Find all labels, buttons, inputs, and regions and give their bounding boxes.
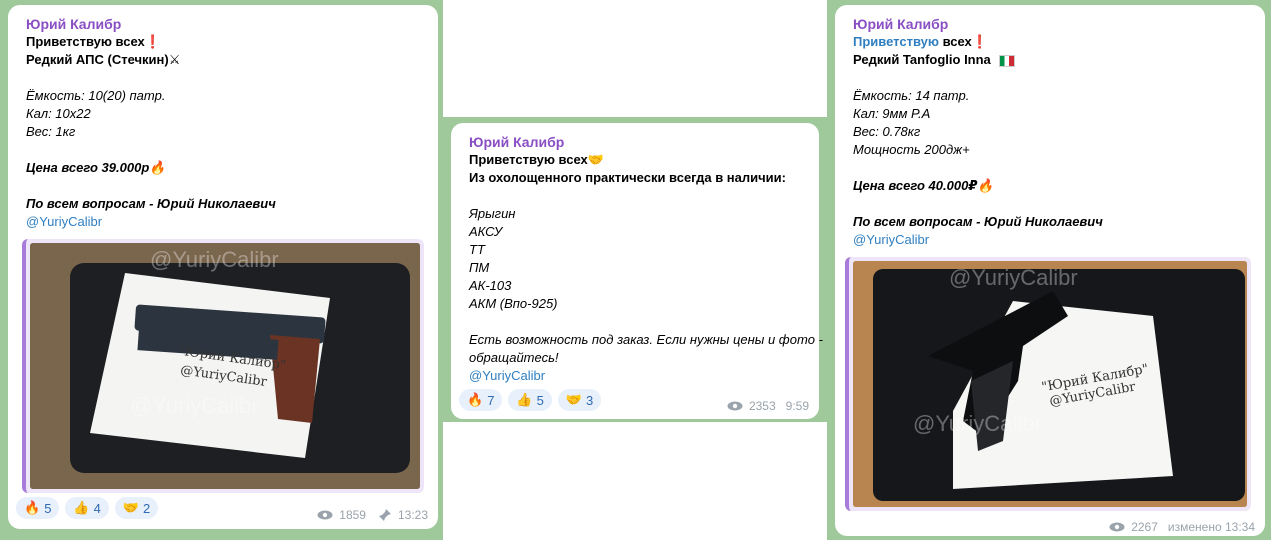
photo-watermark: @YuriyCalibr [150,247,279,272]
reaction-count: 5 [536,392,544,408]
fire-icon: 🔥 [977,178,994,193]
reaction-count: 3 [586,392,594,408]
views-eye-icon [1109,522,1125,532]
pin-icon [378,509,391,521]
spec-power: Мощность 200дж+ [853,142,970,157]
fire-icon: 🔥 [467,392,484,407]
exclamation-icon: ❗ [144,34,161,49]
reaction-thumbs-up[interactable]: 👍 4 [65,497,109,519]
handshake-icon: 🤝 [122,500,140,515]
contact-line: По всем вопросам - Юрий Николаевич [853,214,1103,229]
photo-frame[interactable]: @YuriyCalibr @YuriyCalibr "Юрий Калибр" … [845,257,1251,511]
list-item: АКСУ [469,224,503,239]
reaction-thumbs-up[interactable]: 👍 5 [508,389,552,411]
greeting-line: Приветствую всех❗ [26,34,161,49]
reaction-fire[interactable]: 🔥 7 [459,389,503,411]
reaction-bar: 🔥 5 👍 4 🤝 2 [16,497,159,519]
spec-capacity: Ёмкость: 14 патр. [853,88,970,103]
photo-illustration [30,243,420,489]
handshake-icon: 🤝 [565,392,583,407]
chat-panel-right: Юрий Калибр Приветствую всех❗ Редкий Tan… [827,0,1271,540]
note-line: обращайтесь! [469,350,559,365]
list-item: ТТ [469,242,485,257]
italy-flag-icon [999,54,1016,67]
fire-icon: 🔥 [149,160,166,175]
reaction-count: 5 [44,500,52,516]
photo-watermark: @YuriyCalibr [949,265,1078,290]
contact-line: По всем вопросам - Юрий Николаевич [26,196,276,211]
views-eye-icon [317,510,333,520]
list-item: АК-103 [469,278,512,293]
thumbs-up-icon: 👍 [516,392,533,407]
message-time: изменено 13:34 [1167,520,1255,534]
views-count: 2267 [1131,520,1158,534]
note-line: Есть возможность под заказ. Если нужны ц… [469,332,823,347]
chat-panel-middle: Юрий Калибр Приветствую всех🤝 Из охолоще… [443,117,827,422]
reaction-handshake[interactable]: 🤝 2 [114,497,159,519]
list-item: АКМ (Впо-925) [469,296,558,311]
title-line: Редкий Tanfoglio Inna [853,51,1251,69]
greeting-line: Приветствую всех🤝 [469,152,604,167]
photo-watermark: @YuriyCalibr [130,393,259,418]
message-meta: 2353 9:59 [727,399,809,413]
reaction-count: 7 [487,392,495,408]
price-line: Цена всего 40.000₽🔥 [853,178,994,193]
author-name[interactable]: Юрий Калибр [853,15,1251,33]
reaction-count: 2 [143,500,151,516]
handshake-icon: 🤝 [587,152,604,167]
message-time: 13:23 [397,508,428,522]
reaction-bar: 🔥 7 👍 5 🤝 3 [459,389,602,411]
pistol-photo[interactable]: @YuriyCalibr @YuriyCalibr "Юрий Калибр" … [30,243,420,489]
handle-link[interactable]: @YuriyCalibr [26,213,424,231]
views-count: 1859 [339,508,366,522]
views-count: 2353 [748,399,776,413]
chat-panel-left: Юрий Калибр Приветствую всех❗ Редкий АПС… [0,0,443,540]
views-eye-icon [727,401,743,411]
list-item: Ярыгин [469,206,516,221]
crossed-swords-icon: ⚔ [168,52,181,67]
spec-caliber: Кал: 9мм P.A [853,106,931,121]
reaction-handshake[interactable]: 🤝 3 [557,389,602,411]
price-line: Цена всего 39.000р🔥 [26,160,166,175]
title-line: Из охолощенного практически всегда в нал… [469,170,786,185]
greeting-link[interactable]: Приветствую [853,34,939,49]
spec-weight: Вес: 0.78кг [853,124,921,139]
reaction-fire[interactable]: 🔥 5 [16,497,60,519]
message-card[interactable]: Юрий Калибр Приветствую всех❗ Редкий АПС… [8,5,438,529]
thumbs-up-icon: 👍 [73,500,90,515]
spec-weight: Вес: 1кг [26,124,76,139]
spec-capacity: Ёмкость: 10(20) патр. [26,88,166,103]
blank-area [443,422,827,540]
message-time: 9:59 [785,399,809,413]
reaction-count: 4 [93,500,101,516]
pistol-photo[interactable]: @YuriyCalibr @YuriyCalibr "Юрий Калибр" … [853,261,1247,507]
photo-frame[interactable]: @YuriyCalibr @YuriyCalibr "Юрий Калибр" … [22,239,424,493]
fire-icon: 🔥 [24,500,41,515]
author-name[interactable]: Юрий Калибр [26,15,424,33]
exclamation-icon: ❗ [971,34,988,49]
greeting-line: Приветствую всех❗ [853,34,988,49]
title-line: Редкий АПС (Стечкин)⚔ [26,52,181,67]
message-meta: 1859 13:23 [317,508,428,522]
handle-link[interactable]: @YuriyCalibr [853,231,1251,249]
list-item: ПМ [469,260,490,275]
photo-watermark: @YuriyCalibr [913,411,1042,436]
message-card[interactable]: Юрий Калибр Приветствую всех❗ Редкий Tan… [835,5,1265,536]
blank-area [443,0,827,117]
message-meta: 2267 изменено 13:34 [1109,520,1255,534]
spec-caliber: Кал: 10x22 [26,106,91,121]
message-card[interactable]: Юрий Калибр Приветствую всех🤝 Из охолоще… [451,123,823,419]
handle-link[interactable]: @YuriyCalibr [469,367,805,385]
author-name[interactable]: Юрий Калибр [469,133,805,151]
